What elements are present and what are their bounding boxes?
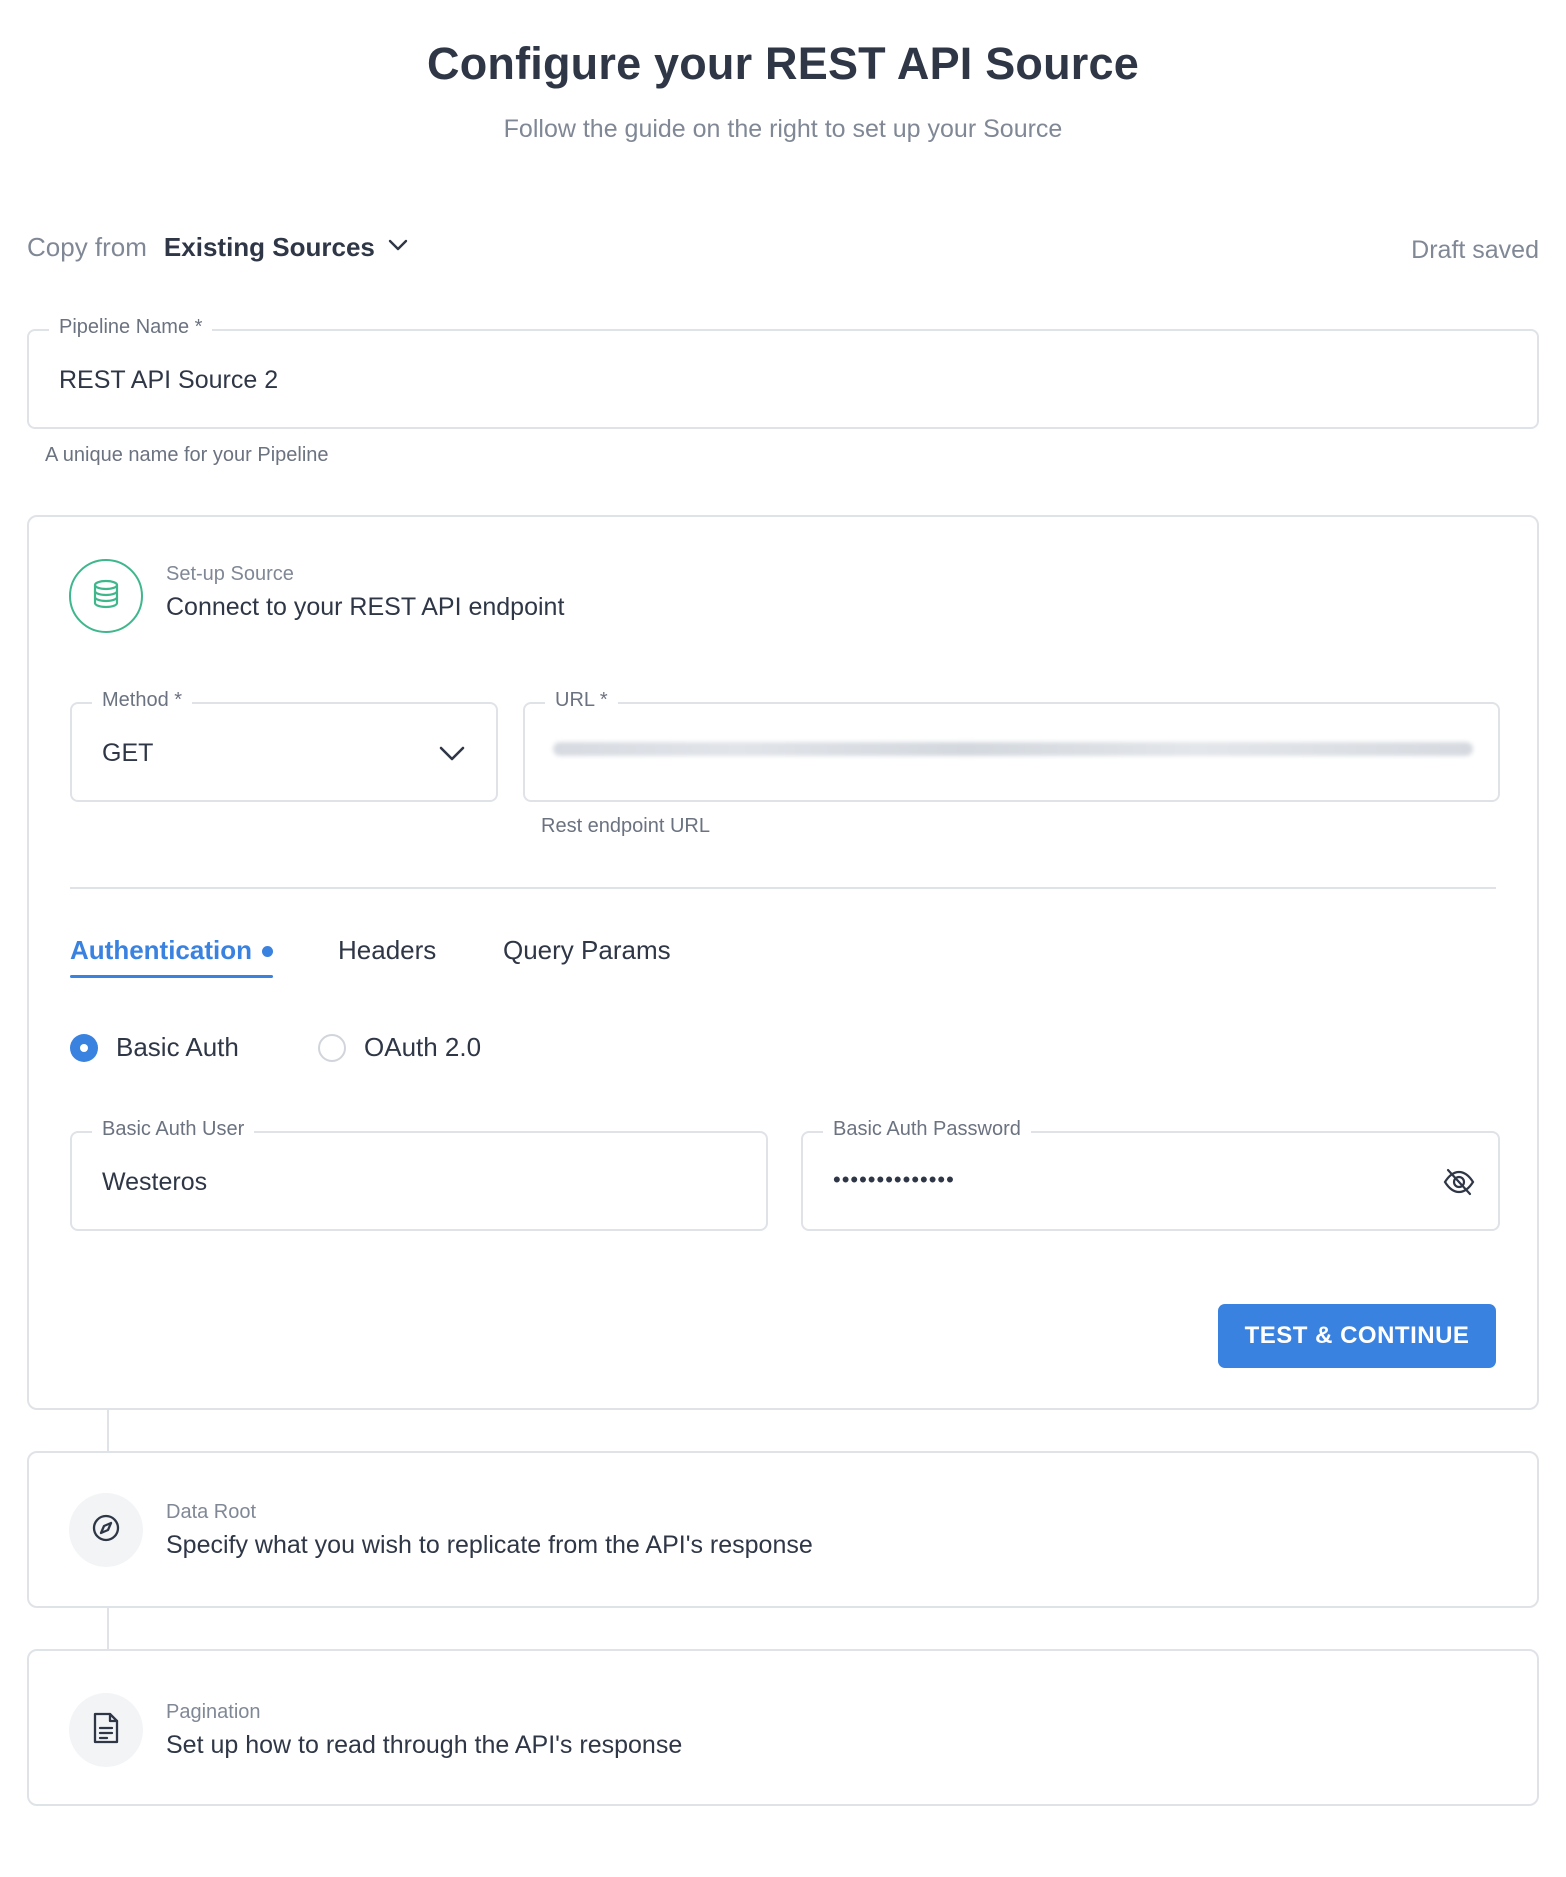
- eye-off-icon[interactable]: [1442, 1167, 1476, 1202]
- pipeline-name-helper: A unique name for your Pipeline: [45, 444, 329, 466]
- radio-basic-auth-label: Basic Auth: [116, 1032, 239, 1062]
- basic-auth-user-field[interactable]: Basic Auth User Westeros: [70, 1118, 768, 1231]
- basic-auth-password-field[interactable]: Basic Auth Password ••••••••••••••: [801, 1118, 1500, 1231]
- method-select[interactable]: Method * GET: [70, 689, 498, 802]
- basic-auth-user-input[interactable]: Westeros: [102, 1168, 207, 1197]
- pagination-step-icon: [69, 1693, 143, 1767]
- step-connector: [107, 1410, 109, 1451]
- url-input[interactable]: [553, 742, 1473, 756]
- compass-icon: [90, 1512, 122, 1549]
- method-label: Method *: [92, 689, 193, 712]
- copy-from-label: Copy from: [27, 232, 147, 262]
- pagination-card[interactable]: Pagination Set up how to read through th…: [27, 1649, 1539, 1806]
- page-title: Configure your REST API Source: [427, 38, 1139, 89]
- radio-basic-auth-circle[interactable]: [70, 1033, 98, 1062]
- data-root-title: Specify what you wish to replicate from …: [166, 1531, 813, 1559]
- pipeline-name-field[interactable]: Pipeline Name * REST API Source 2: [27, 316, 1539, 429]
- document-icon: [91, 1711, 121, 1750]
- draft-status: Draft saved: [1411, 236, 1539, 264]
- database-icon: [89, 577, 123, 616]
- tab-authentication-indicator: [262, 946, 273, 957]
- tab-query-params[interactable]: Query Params: [503, 935, 671, 966]
- copy-from-dropdown[interactable]: Copy from Existing Sources: [27, 232, 409, 263]
- setup-source-card: Set-up Source Connect to your REST API e…: [27, 515, 1539, 1410]
- step-connector: [107, 1608, 109, 1649]
- radio-oauth2[interactable]: OAuth 2.0: [318, 1032, 481, 1063]
- pipeline-name-input[interactable]: REST API Source 2: [59, 366, 278, 395]
- url-label: URL *: [545, 689, 618, 712]
- setup-source-title: Connect to your REST API endpoint: [166, 593, 565, 621]
- basic-auth-user-label: Basic Auth User: [92, 1118, 255, 1141]
- data-root-overline: Data Root: [166, 1501, 257, 1523]
- url-helper: Rest endpoint URL: [541, 815, 710, 837]
- pagination-title: Set up how to read through the API's res…: [166, 1731, 683, 1759]
- section-divider: [70, 887, 1496, 889]
- chevron-down-icon[interactable]: [438, 742, 466, 769]
- radio-oauth2-circle[interactable]: [318, 1033, 346, 1062]
- test-continue-button[interactable]: TEST & CONTINUE: [1218, 1304, 1496, 1368]
- method-value: GET: [102, 739, 154, 767]
- pagination-overline: Pagination: [166, 1701, 261, 1723]
- basic-auth-password-label: Basic Auth Password: [823, 1118, 1031, 1141]
- data-root-card[interactable]: Data Root Specify what you wish to repli…: [27, 1451, 1539, 1608]
- radio-oauth2-label: OAuth 2.0: [364, 1032, 482, 1062]
- radio-basic-auth[interactable]: Basic Auth: [70, 1032, 239, 1063]
- basic-auth-password-input[interactable]: ••••••••••••••: [833, 1167, 955, 1193]
- setup-source-step-icon: [69, 559, 143, 633]
- chevron-down-icon[interactable]: [387, 232, 409, 263]
- url-field[interactable]: URL *: [523, 689, 1500, 802]
- tab-authentication-underline: [70, 975, 273, 978]
- tab-authentication[interactable]: Authentication: [70, 935, 252, 966]
- pipeline-name-label: Pipeline Name *: [49, 316, 213, 339]
- data-root-step-icon: [69, 1493, 143, 1567]
- page-subtitle: Follow the guide on the right to set up …: [503, 115, 1063, 143]
- tab-headers[interactable]: Headers: [338, 935, 436, 966]
- copy-from-value[interactable]: Existing Sources: [164, 232, 375, 263]
- setup-source-overline: Set-up Source: [166, 563, 294, 585]
